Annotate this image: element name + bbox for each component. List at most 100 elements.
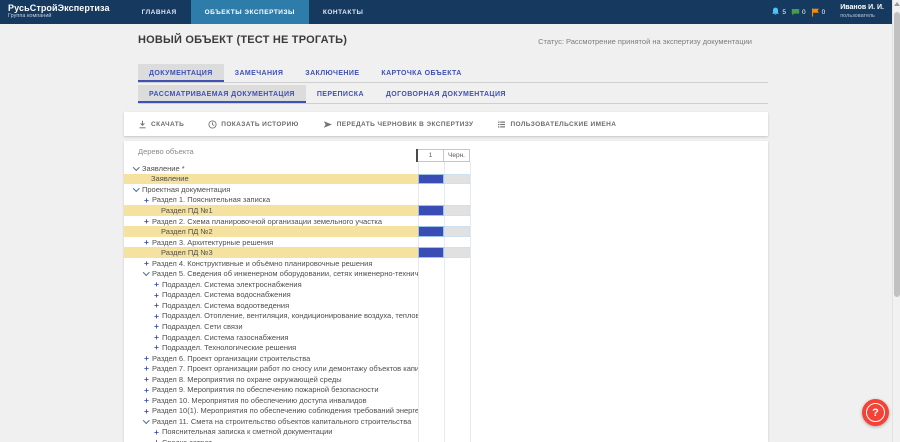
tree-row[interactable]: + Подраздел. Отопление, вентиляция, конд… bbox=[124, 311, 768, 322]
tab[interactable]: РАССМАТРИВАЕМАЯ ДОКУМЕНТАЦИЯ bbox=[138, 85, 306, 103]
tree-row[interactable]: + Пояснительная записка к сметной докуме… bbox=[124, 427, 768, 438]
tree-row[interactable]: + Раздел 9. Мероприятия по обеспечению п… bbox=[124, 384, 768, 395]
nav-menu-item[interactable]: ОБЪЕКТЫ ЭКСПЕРТИЗЫ bbox=[191, 0, 309, 24]
tab[interactable]: ПЕРЕПИСКА bbox=[306, 85, 375, 103]
tree-toggle-icon[interactable]: + bbox=[142, 364, 151, 373]
tab[interactable]: ЗАМЕЧАНИЯ bbox=[224, 64, 295, 82]
tree-row[interactable]: Проектная документация bbox=[124, 184, 768, 195]
tree-cell-draft[interactable] bbox=[444, 406, 470, 417]
tree-toggle-icon[interactable]: + bbox=[152, 438, 161, 442]
vertical-scrollbar[interactable] bbox=[892, 0, 900, 442]
tree-toggle-icon[interactable]: + bbox=[152, 333, 161, 342]
tree-cell-version-1[interactable] bbox=[418, 237, 444, 248]
tree-cell-version-1[interactable] bbox=[418, 353, 444, 364]
notifications-flag[interactable]: 0 bbox=[811, 8, 826, 17]
tree-cell-draft[interactable] bbox=[444, 163, 470, 174]
brand-logo[interactable]: РусьСтройЭкспертиза Группа компаний bbox=[0, 0, 120, 24]
tree-row[interactable]: + Раздел 8. Мероприятия по охране окружа… bbox=[124, 374, 768, 385]
tree-toggle-icon[interactable]: + bbox=[142, 259, 151, 268]
tree-row[interactable]: Заявление bbox=[124, 174, 768, 185]
tree-cell-draft[interactable] bbox=[444, 395, 470, 406]
tree-row[interactable]: + Раздел 3. Архитектурные решения bbox=[124, 237, 768, 248]
tree-toggle-icon[interactable]: + bbox=[152, 322, 161, 331]
tree-cell-version-1[interactable] bbox=[418, 416, 444, 427]
notifications-bell[interactable]: 5 bbox=[771, 7, 786, 17]
tree-cell-version-1[interactable] bbox=[418, 195, 444, 206]
tree-toggle-icon[interactable] bbox=[142, 272, 151, 275]
tree-cell-version-1[interactable] bbox=[418, 395, 444, 406]
tree-cell-version-1[interactable] bbox=[418, 258, 444, 269]
nav-menu-item[interactable]: КОНТАКТЫ bbox=[309, 0, 377, 24]
tree-row[interactable]: + Сводка затрат bbox=[124, 437, 768, 442]
tree-row[interactable]: Раздел 11. Смета на строительство объект… bbox=[124, 416, 768, 427]
tree-row[interactable]: + Раздел 7. Проект организации работ по … bbox=[124, 363, 768, 374]
tree-cell-version-1[interactable] bbox=[418, 174, 444, 185]
tree-cell-version-1[interactable] bbox=[418, 247, 444, 258]
tree-cell-version-1[interactable] bbox=[418, 226, 444, 237]
tree-toggle-icon[interactable]: + bbox=[142, 386, 151, 395]
tree-row[interactable]: + Подраздел. Система водоотведения bbox=[124, 300, 768, 311]
tree-row[interactable]: + Раздел 1. Пояснительная записка bbox=[124, 195, 768, 206]
submit-draft-button[interactable]: ПЕРЕДАТЬ ЧЕРНОВИК В ЭКСПЕРТИЗУ bbox=[323, 120, 474, 129]
tree-toggle-icon[interactable]: + bbox=[152, 428, 161, 437]
scrollbar-up-arrow[interactable] bbox=[894, 2, 900, 6]
tree-cell-draft[interactable] bbox=[444, 226, 470, 237]
tree-toggle-icon[interactable]: + bbox=[142, 407, 151, 416]
tree-cell-version-1[interactable] bbox=[418, 279, 444, 290]
tree-toggle-icon[interactable]: + bbox=[152, 343, 161, 352]
help-button[interactable]: ? bbox=[862, 399, 889, 426]
tree-cell-draft[interactable] bbox=[444, 279, 470, 290]
tree-row[interactable]: Раздел 5. Сведения об инженерном оборудо… bbox=[124, 268, 768, 279]
tree-row[interactable]: + Раздел 10(1). Мероприятия по обеспечен… bbox=[124, 406, 768, 417]
nav-menu-item[interactable]: ГЛАВНАЯ bbox=[128, 0, 191, 24]
tree-cell-draft[interactable] bbox=[444, 205, 470, 216]
notifications-chat[interactable]: 0 bbox=[791, 8, 806, 17]
tree-cell-version-1[interactable] bbox=[418, 290, 444, 301]
tree-row[interactable]: + Раздел 2. Схема планировочной организа… bbox=[124, 216, 768, 227]
tree-cell-draft[interactable] bbox=[444, 374, 470, 385]
tree-cell-draft[interactable] bbox=[444, 437, 470, 442]
tree-row[interactable]: Раздел ПД №3 bbox=[124, 247, 768, 258]
tree-cell-version-1[interactable] bbox=[418, 300, 444, 311]
tree-toggle-icon[interactable]: + bbox=[152, 301, 161, 310]
tree-row[interactable]: + Раздел 10. Мероприятия по обеспечению … bbox=[124, 395, 768, 406]
tree-cell-draft[interactable] bbox=[444, 311, 470, 322]
tree-cell-version-1[interactable] bbox=[418, 332, 444, 343]
tree-toggle-icon[interactable]: + bbox=[142, 354, 151, 363]
tree-row[interactable]: + Подраздел. Технологические решения bbox=[124, 342, 768, 353]
tree-row[interactable]: Раздел ПД №1 bbox=[124, 205, 768, 216]
tree-cell-draft[interactable] bbox=[444, 427, 470, 438]
tree-cell-version-1[interactable] bbox=[418, 342, 444, 353]
tree-cell-draft[interactable] bbox=[444, 184, 470, 195]
tree-toggle-icon[interactable]: + bbox=[152, 280, 161, 289]
tree-cell-draft[interactable] bbox=[444, 290, 470, 301]
tree-row[interactable]: + Раздел 6. Проект организации строитель… bbox=[124, 353, 768, 364]
tree-cell-draft[interactable] bbox=[444, 353, 470, 364]
tree-toggle-icon[interactable]: + bbox=[152, 291, 161, 300]
version-column-header[interactable]: 1 bbox=[418, 149, 444, 162]
tree-cell-version-1[interactable] bbox=[418, 205, 444, 216]
draft-column-header[interactable]: Черн. bbox=[444, 149, 470, 162]
tree-cell-draft[interactable] bbox=[444, 384, 470, 395]
tree-cell-version-1[interactable] bbox=[418, 384, 444, 395]
user-menu[interactable]: Иванов И. И. пользователь bbox=[840, 4, 884, 20]
tree-row[interactable]: Раздел ПД №2 bbox=[124, 226, 768, 237]
show-history-button[interactable]: ПОКАЗАТЬ ИСТОРИЮ bbox=[208, 120, 298, 129]
tree-row[interactable]: + Подраздел. Система электроснабжения bbox=[124, 279, 768, 290]
tree-cell-version-1[interactable] bbox=[418, 363, 444, 374]
tree-toggle-icon[interactable]: + bbox=[142, 375, 151, 384]
tree-cell-version-1[interactable] bbox=[418, 163, 444, 174]
tree-cell-draft[interactable] bbox=[444, 321, 470, 332]
tree-cell-version-1[interactable] bbox=[418, 184, 444, 195]
tree-cell-version-1[interactable] bbox=[418, 216, 444, 227]
tree-toggle-icon[interactable] bbox=[132, 167, 141, 170]
tab[interactable]: КАРТОЧКА ОБЪЕКТА bbox=[370, 64, 472, 82]
tree-cell-draft[interactable] bbox=[444, 174, 470, 185]
tree-cell-version-1[interactable] bbox=[418, 321, 444, 332]
tree-toggle-icon[interactable]: + bbox=[142, 396, 151, 405]
tree-cell-draft[interactable] bbox=[444, 237, 470, 248]
tree-cell-draft[interactable] bbox=[444, 195, 470, 206]
tree-cell-version-1[interactable] bbox=[418, 374, 444, 385]
tree-toggle-icon[interactable] bbox=[132, 188, 141, 191]
tree-row[interactable]: + Подраздел. Система водоснабжения bbox=[124, 290, 768, 301]
